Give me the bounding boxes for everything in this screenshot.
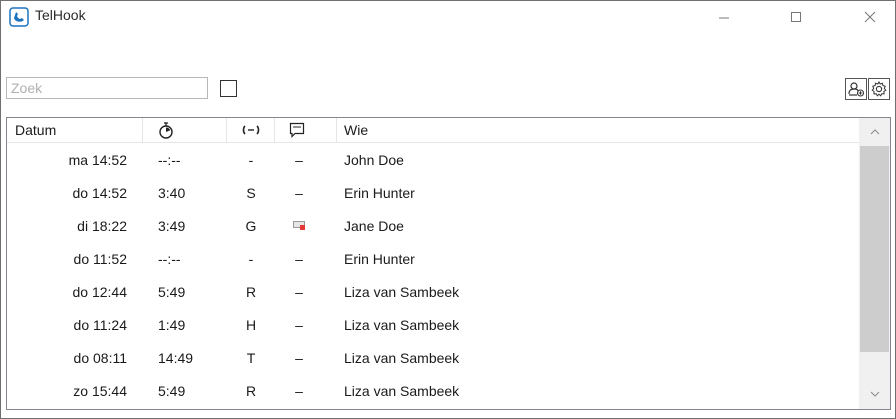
cell-note: – [295, 382, 303, 399]
call-row[interactable]: zo 15:44 5:49 R – Liza van Sambeek [7, 374, 859, 407]
call-type-icon [242, 125, 259, 135]
column-label-datum: Datum [15, 122, 57, 138]
cell-calltype: S [246, 184, 256, 201]
cell-datum: do 11:52 [73, 250, 127, 267]
chevron-down-icon [870, 391, 879, 397]
cell-note [279, 209, 319, 242]
cell-duration: 1:49 [158, 316, 186, 333]
scroll-thumb[interactable] [860, 146, 889, 352]
call-row[interactable]: ma 14:52 --:-- - – John Doe [7, 143, 859, 176]
app-window: TelHook Datum [0, 0, 896, 419]
maximize-button[interactable] [773, 1, 819, 33]
settings-button[interactable] [868, 78, 890, 100]
column-header-wie[interactable]: Wie [337, 118, 859, 142]
add-contact-icon [848, 82, 865, 97]
note-present-icon [293, 221, 305, 230]
close-button[interactable] [847, 1, 893, 33]
stopwatch-icon [159, 121, 173, 139]
gear-icon [871, 81, 887, 97]
minimize-icon [719, 17, 729, 19]
cell-duration: --:-- [158, 250, 181, 267]
call-rows: ma 14:52 --:-- - – John Doe do 14:52 3:40 S – Eri… [7, 143, 859, 407]
vertical-scrollbar[interactable] [859, 118, 890, 409]
add-contact-button[interactable] [845, 78, 867, 100]
list-header: Datum Wie [7, 118, 859, 143]
column-header-calltype[interactable] [227, 118, 275, 142]
cell-note: – [295, 184, 303, 201]
cell-calltype: T [246, 349, 256, 366]
cell-note: – [295, 250, 303, 267]
cell-duration: 5:49 [158, 283, 186, 300]
cell-who: John Doe [344, 151, 404, 168]
cell-who: Liza van Sambeek [344, 283, 460, 300]
cell-note: – [295, 316, 303, 333]
cell-calltype: G [245, 217, 257, 234]
minimize-button[interactable] [701, 1, 747, 33]
call-list[interactable]: Datum Wie ma 14:52 --:-- - – John Doe do… [6, 117, 891, 410]
cell-note: – [295, 151, 303, 168]
cell-duration: 14:49 [158, 349, 194, 366]
cell-who: Liza van Sambeek [344, 382, 460, 399]
filter-checkbox[interactable] [220, 80, 237, 97]
maximize-icon [791, 12, 801, 22]
window-title: TelHook [35, 7, 86, 23]
phone-app-icon [9, 7, 29, 27]
column-header-note[interactable] [275, 118, 337, 142]
column-header-duration[interactable] [143, 118, 227, 142]
call-row[interactable]: do 14:52 3:40 S – Erin Hunter [7, 176, 859, 209]
search-input[interactable] [6, 77, 208, 99]
cell-datum: do 14:52 [72, 184, 128, 201]
cell-who: Liza van Sambeek [344, 349, 460, 366]
cell-duration: --:-- [158, 151, 181, 168]
cell-datum: ma 14:52 [68, 151, 127, 168]
column-label-wie: Wie [344, 122, 369, 138]
cell-note: – [295, 283, 303, 300]
cell-datum: do 11:24 [73, 316, 127, 333]
cell-calltype: - [248, 151, 254, 168]
cell-datum: do 12:44 [72, 283, 128, 300]
cell-note: – [295, 349, 303, 366]
title-bar[interactable]: TelHook [1, 1, 895, 37]
call-row[interactable]: do 11:52 --:-- - – Erin Hunter [7, 242, 859, 275]
chevron-up-icon [870, 129, 879, 135]
column-header-datum[interactable]: Datum [7, 118, 143, 142]
cell-who: Erin Hunter [344, 250, 415, 267]
cell-who: Liza van Sambeek [344, 316, 460, 333]
call-row[interactable]: do 08:11 14:49 T – Liza van Sambeek [7, 341, 859, 374]
call-row[interactable]: do 11:24 1:49 H – Liza van Sambeek [7, 308, 859, 341]
call-row[interactable]: di 18:22 3:49 G Jane Doe [7, 209, 859, 242]
cell-datum: di 18:22 [77, 217, 127, 234]
cell-duration: 3:49 [158, 217, 186, 234]
cell-calltype: - [248, 250, 254, 267]
call-row[interactable]: do 12:44 5:49 R – Liza van Sambeek [7, 275, 859, 308]
scroll-up-button[interactable] [859, 118, 890, 146]
cell-datum: zo 15:44 [73, 382, 127, 399]
scroll-down-button[interactable] [859, 380, 890, 408]
cell-calltype: H [245, 316, 257, 333]
cell-duration: 5:49 [158, 382, 186, 399]
close-icon [864, 11, 876, 23]
cell-who: Erin Hunter [344, 184, 415, 201]
note-icon [289, 122, 305, 138]
cell-who: Jane Doe [344, 217, 404, 234]
cell-duration: 3:40 [158, 184, 186, 201]
cell-datum: do 08:11 [73, 349, 127, 366]
cell-calltype: R [245, 283, 257, 300]
cell-calltype: R [245, 382, 257, 399]
